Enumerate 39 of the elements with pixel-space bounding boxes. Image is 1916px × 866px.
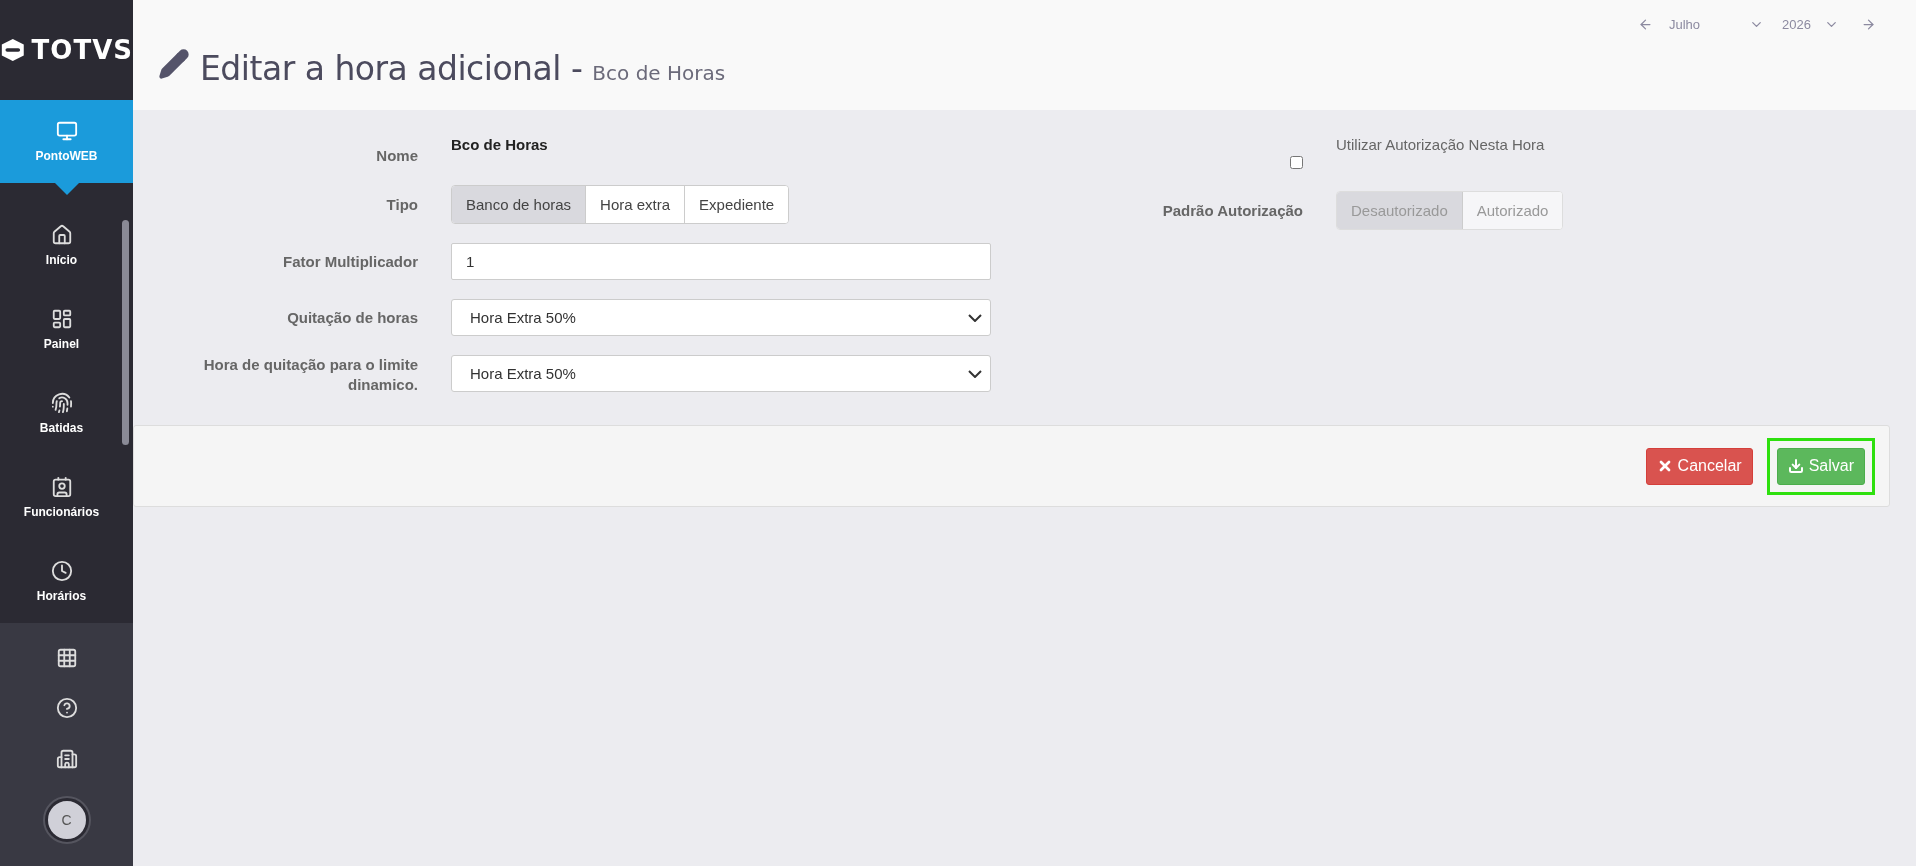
cancel-button[interactable]: Cancelar xyxy=(1645,447,1753,485)
nav-item[interactable]: Início xyxy=(0,203,123,288)
field-label: Quitação de horas xyxy=(286,307,418,328)
page-subtitle: Bco de Horas xyxy=(592,61,726,85)
help-icon[interactable] xyxy=(55,697,78,720)
field-label: Tipo xyxy=(385,194,418,215)
id-badge-icon xyxy=(50,475,73,498)
download-icon xyxy=(1787,458,1804,474)
scrollbar[interactable] xyxy=(122,220,129,446)
nav-item[interactable]: Batidas xyxy=(0,371,123,456)
segment-option[interactable]: Banco de horas xyxy=(452,186,586,223)
field-label: Padrão Autorização xyxy=(1161,200,1303,221)
checkbox[interactable] xyxy=(1290,156,1303,169)
page-title: Editar a hora adicional - xyxy=(200,49,583,88)
field-label: Nome xyxy=(375,146,418,166)
field-value: Bco de Horas xyxy=(451,135,549,153)
select-field[interactable]: Hora Extra 50% xyxy=(451,299,991,336)
select-field[interactable]: Hora Extra 50% xyxy=(451,355,991,392)
next-arrow-icon[interactable] xyxy=(1861,16,1876,32)
nav-item[interactable]: Painel xyxy=(0,287,123,372)
dashboard-icon xyxy=(50,307,73,330)
chevron-down-icon xyxy=(968,313,982,322)
clock-icon xyxy=(50,559,73,582)
logo-text: TOTVS xyxy=(31,35,133,66)
input-field[interactable]: 1 xyxy=(451,243,991,280)
nav-item[interactable]: Funcionários xyxy=(0,455,123,540)
home-icon xyxy=(50,223,73,246)
avatar[interactable]: C xyxy=(44,797,89,842)
field-label: Fator Multiplicador xyxy=(282,251,418,272)
checkbox-label: Utilizar Autorização Nesta Hora xyxy=(1336,135,1546,155)
building-icon[interactable] xyxy=(55,747,78,770)
pencil-icon xyxy=(158,48,190,80)
chevron-down-icon xyxy=(968,369,982,378)
nav-item[interactable]: Horários xyxy=(0,539,123,624)
monitor-icon xyxy=(55,120,78,143)
segment-option[interactable]: Expediente xyxy=(684,186,789,223)
apps-grid-icon[interactable] xyxy=(55,647,78,670)
fingerprint-icon xyxy=(50,391,73,414)
field-label: Hora de quitação para o limite dinamico. xyxy=(202,355,418,395)
